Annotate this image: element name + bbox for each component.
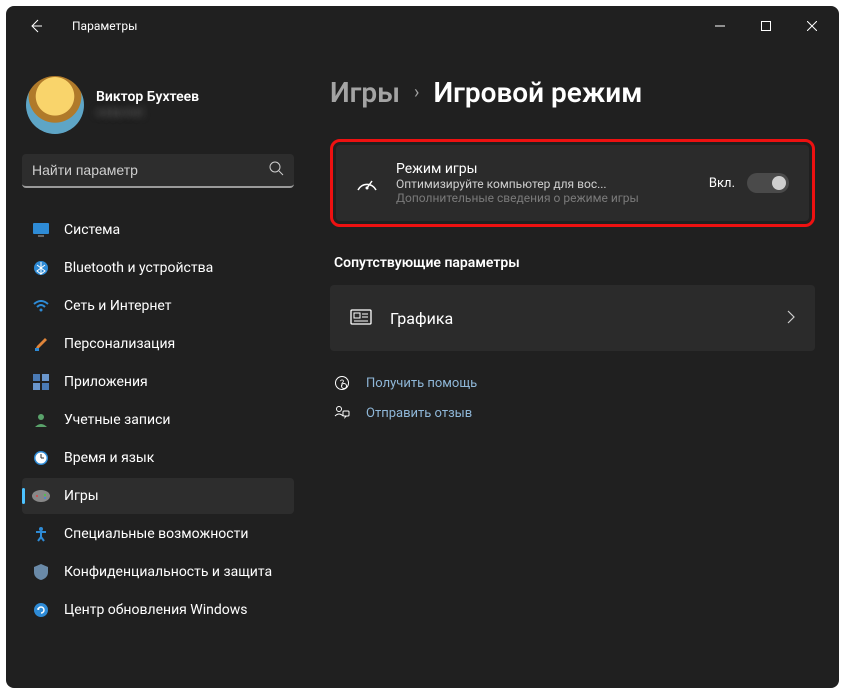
bluetooth-icon <box>32 259 50 277</box>
search-box[interactable] <box>22 154 294 188</box>
maximize-button[interactable] <box>743 7 789 45</box>
sidebar-item-accounts[interactable]: Учетные записи <box>22 402 294 438</box>
accessibility-icon <box>32 525 50 543</box>
search-icon <box>268 160 284 180</box>
titlebar: Параметры <box>6 6 839 46</box>
game-mode-title: Режим игры <box>396 161 709 177</box>
help-links: ? Получить помощь Отправить отзыв <box>330 375 815 421</box>
related-settings-heading: Сопутствующие параметры <box>334 255 815 271</box>
minimize-button[interactable] <box>697 7 743 45</box>
arrow-left-icon <box>28 18 44 34</box>
graphics-label: Графика <box>390 309 453 328</box>
apps-icon <box>32 373 50 391</box>
feedback-link[interactable]: Отправить отзыв <box>330 405 815 421</box>
back-button[interactable] <box>18 8 54 44</box>
sidebar-item-apps[interactable]: Приложения <box>22 364 294 400</box>
clock-icon <box>32 449 50 467</box>
account-info[interactable]: Виктор Бухтеев redacted <box>22 46 294 154</box>
game-mode-learn-more-link[interactable]: Дополнительные сведения о режиме игры <box>396 191 709 205</box>
sidebar-item-time-language[interactable]: Время и язык <box>22 440 294 476</box>
sidebar-item-gaming[interactable]: Игры <box>22 478 294 514</box>
sidebar-item-bluetooth[interactable]: Bluetooth и устройства <box>22 250 294 286</box>
svg-text:?: ? <box>340 379 344 389</box>
wifi-icon <box>32 297 50 315</box>
paintbrush-icon <box>32 335 50 353</box>
main-content: Игры › Игровой режим Режим игры Оптимизи… <box>306 46 839 688</box>
sidebar-item-privacy[interactable]: Конфиденциальность и защита <box>22 554 294 590</box>
game-mode-toggle[interactable] <box>747 173 789 193</box>
help-icon: ? <box>334 375 352 391</box>
gamepad-icon <box>32 487 50 505</box>
update-icon <box>32 601 50 619</box>
settings-window: Параметры Виктор Бухтеев redacted <box>6 6 839 688</box>
breadcrumb-current: Игровой режим <box>433 76 642 109</box>
window-controls <box>697 7 835 45</box>
shield-icon <box>32 563 50 581</box>
breadcrumb-parent[interactable]: Игры <box>330 76 400 109</box>
feedback-icon <box>334 405 352 421</box>
account-email: redacted <box>96 105 199 121</box>
graphics-icon <box>350 309 372 327</box>
sidebar-item-personalization[interactable]: Персонализация <box>22 326 294 362</box>
sidebar-item-network[interactable]: Сеть и Интернет <box>22 288 294 324</box>
sidebar-item-accessibility[interactable]: Специальные возможности <box>22 516 294 552</box>
sidebar-item-windows-update[interactable]: Центр обновления Windows <box>22 592 294 628</box>
search-input[interactable] <box>32 162 268 178</box>
account-name: Виктор Бухтеев <box>96 89 199 105</box>
nav: Система Bluetooth и устройства Сеть и Ин… <box>22 212 294 628</box>
highlight-frame: Режим игры Оптимизируйте компьютер для в… <box>330 139 815 227</box>
get-help-link[interactable]: ? Получить помощь <box>330 375 815 391</box>
monitor-icon <box>32 221 50 239</box>
close-button[interactable] <box>789 7 835 45</box>
chevron-right-icon <box>787 309 795 328</box>
sidebar: Виктор Бухтеев redacted Система Bluetoot… <box>6 46 306 688</box>
avatar <box>26 76 84 134</box>
sidebar-item-system[interactable]: Система <box>22 212 294 248</box>
graphics-settings-row[interactable]: Графика <box>330 285 815 351</box>
toggle-state-label: Вкл. <box>709 176 735 191</box>
game-mode-card: Режим игры Оптимизируйте компьютер для в… <box>336 145 809 221</box>
person-icon <box>32 411 50 429</box>
game-mode-desc: Оптимизируйте компьютер для вос... <box>396 177 709 191</box>
chevron-right-icon: › <box>414 82 419 103</box>
breadcrumb: Игры › Игровой режим <box>330 76 815 109</box>
speedometer-icon <box>356 174 378 192</box>
window-title: Параметры <box>72 19 137 33</box>
